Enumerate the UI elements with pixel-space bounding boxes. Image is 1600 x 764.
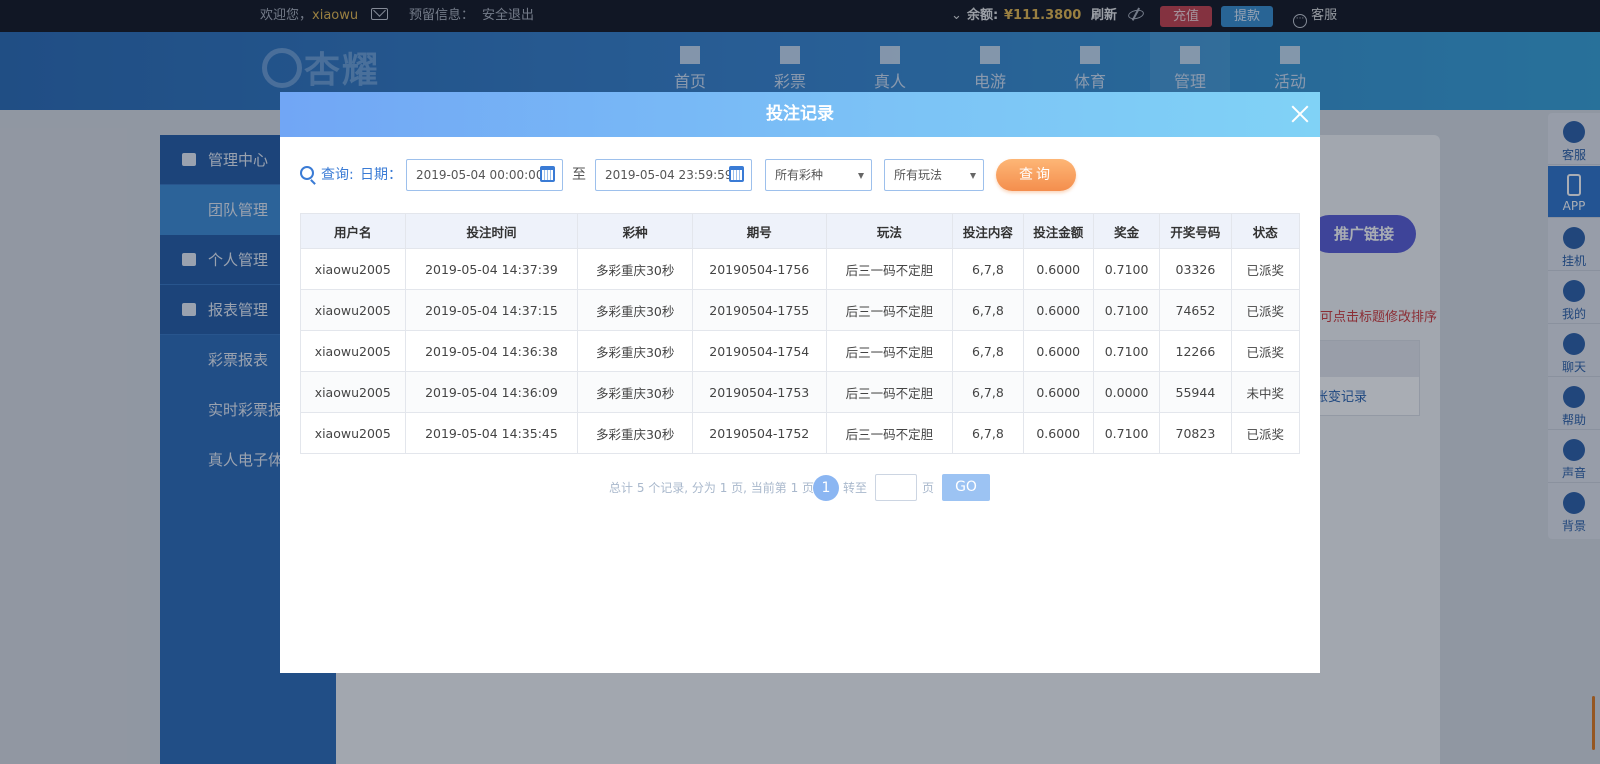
calendar-icon[interactable] (540, 166, 555, 182)
table-row[interactable]: xiaowu2005 2019-05-04 14:37:15 多彩重庆30秒 2… (300, 289, 1301, 331)
cell-prize: 0.7100 (1092, 248, 1161, 290)
cell-issue: 20190504-1754 (691, 330, 827, 372)
col-header[interactable]: 彩种 (577, 213, 693, 249)
table-row[interactable]: xiaowu2005 2019-05-04 14:36:38 多彩重庆30秒 2… (300, 330, 1301, 372)
cell-time: 2019-05-04 14:35:45 (404, 412, 579, 454)
cell-play: 后三一码不定胆 (825, 289, 954, 331)
cell-time: 2019-05-04 14:36:38 (404, 330, 579, 372)
cell-prize: 0.7100 (1092, 412, 1161, 454)
cell-draw: 03326 (1159, 248, 1232, 290)
status-badge: 已派奖 (1230, 412, 1301, 454)
table-row[interactable]: xiaowu2005 2019-05-04 14:37:39 多彩重庆30秒 2… (300, 248, 1301, 290)
table-header-row: 用户名 投注时间 彩种 期号 玩法 投注内容 投注金额 奖金 开奖号码 状态 (300, 213, 1301, 249)
table-row[interactable]: xiaowu2005 2019-05-04 14:35:45 多彩重庆30秒 2… (300, 412, 1301, 454)
status-badge: 已派奖 (1230, 330, 1301, 372)
to-label: 至 (572, 167, 586, 183)
cell-play: 后三一码不定胆 (825, 248, 954, 290)
cell-issue: 20190504-1755 (691, 289, 827, 331)
cell-content: 6,7,8 (952, 412, 1024, 454)
cell-prize: 0.7100 (1092, 330, 1161, 372)
cell-lottery: 多彩重庆30秒 (577, 248, 693, 290)
col-header[interactable]: 投注金额 (1022, 213, 1094, 249)
modal-title: 投注记录 (766, 104, 834, 124)
query-button[interactable]: 查询 (996, 159, 1076, 191)
cell-draw: 74652 (1159, 289, 1232, 331)
cell-draw: 12266 (1159, 330, 1232, 372)
select-value: 所有彩种 (775, 168, 824, 182)
cell-content: 6,7,8 (952, 330, 1024, 372)
cell-user: xiaowu2005 (300, 371, 406, 413)
page-unit-label: 页 (922, 481, 935, 495)
cell-issue: 20190504-1752 (691, 412, 827, 454)
status-badge: 未中奖 (1230, 371, 1301, 413)
col-header[interactable]: 玩法 (825, 213, 954, 249)
status-badge: 已派奖 (1230, 289, 1301, 331)
col-header[interactable]: 用户名 (300, 213, 406, 249)
status-badge: 已派奖 (1230, 248, 1301, 290)
cell-lottery: 多彩重庆30秒 (577, 330, 693, 372)
cell-user: xiaowu2005 (300, 412, 406, 454)
cell-user: xiaowu2005 (300, 248, 406, 290)
cell-time: 2019-05-04 14:37:39 (404, 248, 579, 290)
cell-draw: 70823 (1159, 412, 1232, 454)
cell-draw: 55944 (1159, 371, 1232, 413)
cell-amount: 0.6000 (1022, 330, 1094, 372)
query-label: 查询: (321, 167, 354, 183)
cell-user: xiaowu2005 (300, 289, 406, 331)
page-jump-input[interactable] (875, 474, 917, 501)
cell-amount: 0.6000 (1022, 371, 1094, 413)
play-type-select[interactable]: 所有玩法 (884, 159, 984, 191)
cell-content: 6,7,8 (952, 371, 1024, 413)
cell-play: 后三一码不定胆 (825, 412, 954, 454)
col-header[interactable]: 状态 (1230, 213, 1301, 249)
cell-prize: 0.7100 (1092, 289, 1161, 331)
search-icon (300, 166, 314, 180)
cell-amount: 0.6000 (1022, 248, 1094, 290)
close-icon[interactable] (1288, 102, 1312, 126)
cell-time: 2019-05-04 14:36:09 (404, 371, 579, 413)
cell-prize: 0.0000 (1092, 371, 1161, 413)
col-header[interactable]: 投注时间 (404, 213, 579, 249)
select-value: 所有玩法 (894, 168, 943, 182)
cell-play: 后三一码不定胆 (825, 330, 954, 372)
goto-label: 转至 (843, 481, 868, 495)
page-number-current[interactable]: 1 (813, 475, 839, 501)
cell-lottery: 多彩重庆30秒 (577, 371, 693, 413)
cell-lottery: 多彩重庆30秒 (577, 412, 693, 454)
col-header[interactable]: 投注内容 (952, 213, 1024, 249)
cell-play: 后三一码不定胆 (825, 371, 954, 413)
cell-issue: 20190504-1753 (691, 371, 827, 413)
cell-issue: 20190504-1756 (691, 248, 827, 290)
chevron-down-icon (858, 173, 864, 179)
bet-record-table: 用户名 投注时间 彩种 期号 玩法 投注内容 投注金额 奖金 开奖号码 状态 x… (300, 213, 1301, 454)
cell-content: 6,7,8 (952, 248, 1024, 290)
bet-record-modal: 投注记录 查询: 日期： 至 所有彩种 所有玩法 查询 用户名 投注时间 彩种 … (280, 92, 1320, 673)
col-header[interactable]: 奖金 (1092, 213, 1161, 249)
cell-amount: 0.6000 (1022, 289, 1094, 331)
col-header[interactable]: 期号 (691, 213, 827, 249)
date-label: 日期： (360, 167, 402, 183)
chevron-down-icon (970, 173, 976, 179)
table-row[interactable]: xiaowu2005 2019-05-04 14:36:09 多彩重庆30秒 2… (300, 371, 1301, 413)
cell-lottery: 多彩重庆30秒 (577, 289, 693, 331)
cell-amount: 0.6000 (1022, 412, 1094, 454)
cell-time: 2019-05-04 14:37:15 (404, 289, 579, 331)
calendar-icon[interactable] (729, 166, 744, 182)
lottery-type-select[interactable]: 所有彩种 (765, 159, 872, 191)
col-header[interactable]: 开奖号码 (1159, 213, 1232, 249)
go-button[interactable]: GO (942, 474, 990, 501)
cell-content: 6,7,8 (952, 289, 1024, 331)
pagination-summary: 总计 5 个记录, 分为 1 页, 当前第 1 页 (609, 481, 815, 495)
cell-user: xiaowu2005 (300, 330, 406, 372)
